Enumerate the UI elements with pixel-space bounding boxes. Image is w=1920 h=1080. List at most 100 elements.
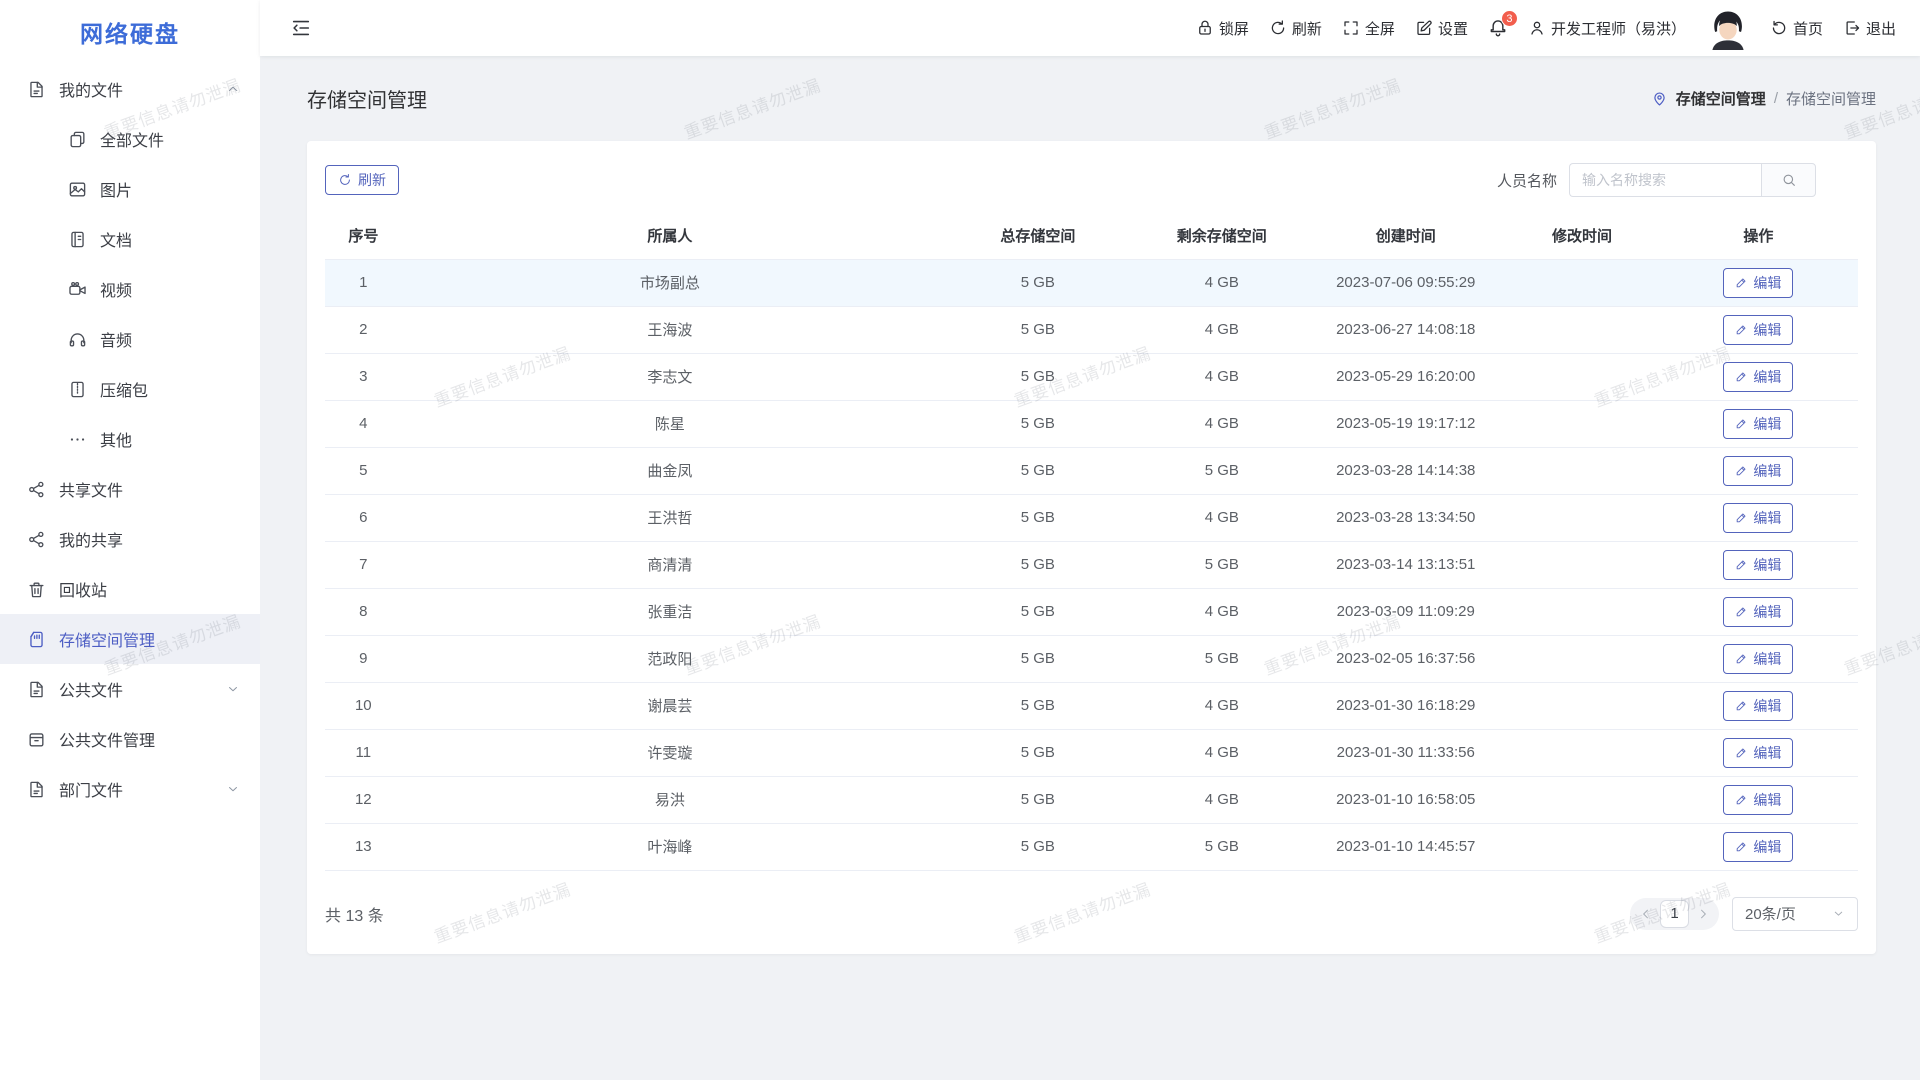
cell-modified-time bbox=[1505, 729, 1658, 776]
column-header-1: 所属人 bbox=[402, 213, 939, 259]
edit-icon bbox=[1735, 511, 1748, 524]
user-avatar[interactable] bbox=[1706, 6, 1750, 50]
settings-button[interactable]: 设置 bbox=[1415, 18, 1468, 39]
column-header-5: 修改时间 bbox=[1505, 213, 1658, 259]
table-row[interactable]: 7 商清清 5 GB 5 GB 2023-03-14 13:13:51 编辑 bbox=[325, 541, 1858, 588]
search-button[interactable] bbox=[1761, 163, 1816, 197]
table-row[interactable]: 5 曲金凤 5 GB 5 GB 2023-03-28 14:14:38 编辑 bbox=[325, 447, 1858, 494]
cell-modified-time bbox=[1505, 541, 1658, 588]
breadcrumb: 存储空间管理 / 存储空间管理 bbox=[1651, 88, 1876, 109]
cell-free-space: 4 GB bbox=[1137, 729, 1306, 776]
sidebar-item-public-files[interactable]: 公共文件 bbox=[0, 664, 260, 714]
cell-free-space: 5 GB bbox=[1137, 447, 1306, 494]
table-row[interactable]: 1 市场副总 5 GB 4 GB 2023-07-06 09:55:29 编辑 bbox=[325, 259, 1858, 306]
edit-icon bbox=[1735, 793, 1748, 806]
edit-button[interactable]: 编辑 bbox=[1723, 738, 1793, 768]
sidebar-item-shared-files[interactable]: 共享文件 bbox=[0, 464, 260, 514]
cell-no: 12 bbox=[325, 776, 402, 823]
table-row[interactable]: 12 易洪 5 GB 4 GB 2023-01-10 16:58:05 编辑 bbox=[325, 776, 1858, 823]
cell-owner: 王海波 bbox=[402, 306, 939, 353]
table-row[interactable]: 6 王洪哲 5 GB 4 GB 2023-03-28 13:34:50 编辑 bbox=[325, 494, 1858, 541]
page-size-value: 20条/页 bbox=[1745, 903, 1796, 924]
cell-created-time: 2023-05-29 16:20:00 bbox=[1306, 353, 1505, 400]
page-head: 存储空间管理 存储空间管理 / 存储空间管理 bbox=[307, 56, 1876, 141]
sidebar-item-my-shares[interactable]: 我的共享 bbox=[0, 514, 260, 564]
column-header-3: 剩余存储空间 bbox=[1137, 213, 1306, 259]
cell-modified-time bbox=[1505, 823, 1658, 870]
edit-icon bbox=[1735, 605, 1748, 618]
next-page-button[interactable] bbox=[1696, 907, 1710, 921]
prev-page-button[interactable] bbox=[1639, 907, 1653, 921]
cell-no: 2 bbox=[325, 306, 402, 353]
cell-owner: 陈星 bbox=[402, 400, 939, 447]
edit-button[interactable]: 编辑 bbox=[1723, 785, 1793, 815]
edit-button[interactable]: 编辑 bbox=[1723, 597, 1793, 627]
home-label: 首页 bbox=[1793, 18, 1823, 39]
cell-no: 5 bbox=[325, 447, 402, 494]
lock-screen-button[interactable]: 锁屏 bbox=[1196, 18, 1249, 39]
edit-button[interactable]: 编辑 bbox=[1723, 268, 1793, 298]
edit-button[interactable]: 编辑 bbox=[1723, 691, 1793, 721]
sidebar-item-department-files[interactable]: 部门文件 bbox=[0, 764, 260, 814]
table-row[interactable]: 3 李志文 5 GB 4 GB 2023-05-29 16:20:00 编辑 bbox=[325, 353, 1858, 400]
cell-owner: 王洪哲 bbox=[402, 494, 939, 541]
fullscreen-button[interactable]: 全屏 bbox=[1342, 18, 1395, 39]
cell-no: 7 bbox=[325, 541, 402, 588]
sidebar-item-my-files[interactable]: 我的文件 bbox=[0, 64, 260, 114]
refresh-icon bbox=[338, 173, 352, 187]
edit-button[interactable]: 编辑 bbox=[1723, 832, 1793, 862]
sidebar-item-images[interactable]: 图片 bbox=[0, 164, 260, 214]
sidebar-item-others[interactable]: 其他 bbox=[0, 414, 260, 464]
refresh-button[interactable]: 刷新 bbox=[325, 165, 399, 195]
settings-icon bbox=[1415, 19, 1433, 37]
cell-owner: 范政阳 bbox=[402, 635, 939, 682]
edit-button[interactable]: 编辑 bbox=[1723, 503, 1793, 533]
table-row[interactable]: 9 范政阳 5 GB 5 GB 2023-02-05 16:37:56 编辑 bbox=[325, 635, 1858, 682]
table-row[interactable]: 13 叶海峰 5 GB 5 GB 2023-01-10 14:45:57 编辑 bbox=[325, 823, 1858, 870]
cell-owner: 易洪 bbox=[402, 776, 939, 823]
sidebar-item-documents[interactable]: 文档 bbox=[0, 214, 260, 264]
ellipsis-icon bbox=[68, 430, 87, 449]
collapse-sidebar-button[interactable] bbox=[290, 17, 312, 39]
table-row[interactable]: 4 陈星 5 GB 4 GB 2023-05-19 19:17:12 编辑 bbox=[325, 400, 1858, 447]
search-input[interactable] bbox=[1569, 163, 1761, 197]
cell-modified-time bbox=[1505, 353, 1658, 400]
edit-button[interactable]: 编辑 bbox=[1723, 550, 1793, 580]
logout-button[interactable]: 退出 bbox=[1843, 18, 1896, 39]
table-row[interactable]: 11 许雯璇 5 GB 4 GB 2023-01-30 11:33:56 编辑 bbox=[325, 729, 1858, 776]
table-row[interactable]: 2 王海波 5 GB 4 GB 2023-06-27 14:08:18 编辑 bbox=[325, 306, 1858, 353]
sidebar-item-archives[interactable]: 压缩包 bbox=[0, 364, 260, 414]
edit-button[interactable]: 编辑 bbox=[1723, 456, 1793, 486]
edit-button[interactable]: 编辑 bbox=[1723, 315, 1793, 345]
sidebar-item-storage-management[interactable]: 存储空间管理 bbox=[0, 614, 260, 664]
cell-created-time: 2023-03-14 13:13:51 bbox=[1306, 541, 1505, 588]
refresh-label: 刷新 bbox=[358, 170, 386, 190]
sidebar-item-public-file-management[interactable]: 公共文件管理 bbox=[0, 714, 260, 764]
app-logo: 网络硬盘 bbox=[0, 0, 260, 64]
sidebar-item-recycle-bin[interactable]: 回收站 bbox=[0, 564, 260, 614]
refresh-button[interactable]: 刷新 bbox=[1269, 18, 1322, 39]
home-button[interactable]: 首页 bbox=[1770, 18, 1823, 39]
cell-owner: 曲金凤 bbox=[402, 447, 939, 494]
image-icon bbox=[68, 180, 87, 199]
edit-button[interactable]: 编辑 bbox=[1723, 644, 1793, 674]
breadcrumb-item[interactable]: 存储空间管理 bbox=[1676, 88, 1766, 109]
notifications-button[interactable]: 3 bbox=[1488, 18, 1508, 38]
app-window: 网络硬盘 我的文件 全部文件 图片 文档 视频 音频 压缩包 其他 共享文件 我… bbox=[0, 0, 1920, 1080]
sidebar-item-audio[interactable]: 音频 bbox=[0, 314, 260, 364]
cell-free-space: 4 GB bbox=[1137, 259, 1306, 306]
sidebar-item-videos[interactable]: 视频 bbox=[0, 264, 260, 314]
edit-button[interactable]: 编辑 bbox=[1723, 362, 1793, 392]
table-row[interactable]: 8 张重洁 5 GB 4 GB 2023-03-09 11:09:29 编辑 bbox=[325, 588, 1858, 635]
current-page[interactable]: 1 bbox=[1660, 900, 1689, 928]
table-row[interactable]: 10 谢晨芸 5 GB 4 GB 2023-01-30 16:18:29 编辑 bbox=[325, 682, 1858, 729]
page-size-select[interactable]: 20条/页 bbox=[1732, 897, 1858, 931]
cell-actions: 编辑 bbox=[1659, 776, 1858, 823]
cell-total-space: 5 GB bbox=[938, 729, 1137, 776]
sidebar-item-all-files[interactable]: 全部文件 bbox=[0, 114, 260, 164]
current-user[interactable]: 开发工程师（易洪） bbox=[1528, 18, 1686, 39]
edit-button[interactable]: 编辑 bbox=[1723, 409, 1793, 439]
cell-created-time: 2023-02-05 16:37:56 bbox=[1306, 635, 1505, 682]
cell-actions: 编辑 bbox=[1659, 541, 1858, 588]
cell-total-space: 5 GB bbox=[938, 776, 1137, 823]
